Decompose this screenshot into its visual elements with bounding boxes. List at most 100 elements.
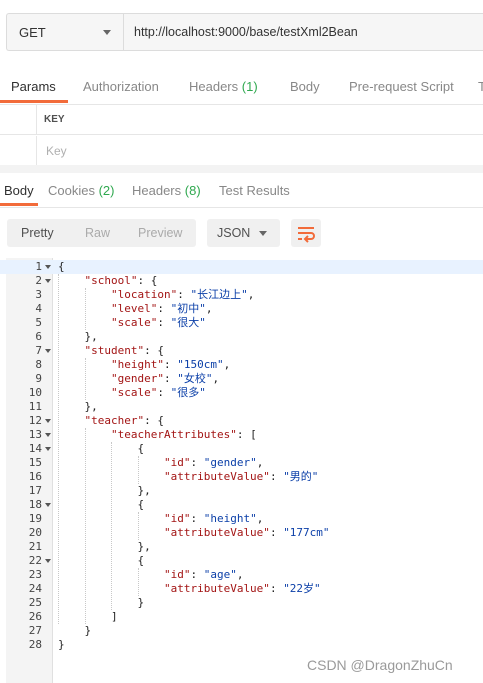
code-line: 14 { — [0, 442, 483, 456]
tab-tests[interactable]: T — [478, 79, 483, 94]
code-line: 7 "student": { — [0, 344, 483, 358]
line-number: 26 — [28, 610, 42, 623]
tab-label: Authorization — [83, 79, 159, 94]
code-text: "scale": "很大" — [110, 316, 206, 329]
line-number: 28 — [28, 638, 42, 651]
tab-label: Cookies — [48, 183, 95, 198]
indent-guide — [84, 428, 86, 624]
tab-label: Test Results — [219, 183, 290, 198]
code-line: 18 { — [0, 498, 483, 512]
line-number: 10 — [28, 386, 42, 399]
line-number: 25 — [28, 596, 42, 609]
code-line: 22 { — [0, 554, 483, 568]
line-number: 27 — [28, 624, 42, 637]
params-header-row: KEY — [0, 105, 483, 135]
tab-count: (1) — [241, 79, 258, 94]
tab-body[interactable]: Body — [290, 79, 320, 94]
line-number: 12 — [28, 414, 42, 427]
code-line: 1{ — [0, 260, 483, 274]
code-line: 13 "teacherAttributes": [ — [0, 428, 483, 442]
code-text: } — [58, 624, 92, 637]
tab-label: Pre-request Script — [349, 79, 454, 94]
line-number: 14 — [28, 442, 42, 455]
response-toolbar: Pretty Raw Preview JSON — [0, 208, 483, 258]
indent-guide — [84, 288, 86, 330]
code-text: "attributeValue": "22岁" — [163, 582, 321, 595]
tab-params[interactable]: Params — [11, 79, 56, 94]
tab-label: Body — [4, 183, 34, 198]
tab-test-results[interactable]: Test Results — [219, 183, 290, 198]
request-tabs: Params Authorization Headers (1) Body Pr… — [0, 70, 483, 105]
method-select[interactable]: GET — [6, 13, 123, 51]
tab-authorization[interactable]: Authorization — [83, 79, 159, 94]
indent-guide — [137, 568, 139, 596]
fold-arrow-icon[interactable] — [45, 447, 51, 451]
code-text: "teacherAttributes": [ — [110, 428, 257, 441]
tab-response-headers[interactable]: Headers (8) — [132, 183, 201, 198]
view-pretty-button[interactable]: Pretty — [21, 226, 54, 240]
fold-arrow-icon[interactable] — [45, 279, 51, 283]
active-tab-indicator — [0, 203, 38, 206]
tab-cookies[interactable]: Cookies (2) — [48, 183, 114, 198]
code-line: 4 "level": "初中", — [0, 302, 483, 316]
response-code-viewer[interactable]: 1{2 "school": {3 "location": "长江边上", 4 "l… — [0, 258, 483, 683]
params-empty-row: Key — [0, 136, 483, 166]
view-raw-button[interactable]: Raw — [85, 226, 110, 240]
code-line: 27 } — [0, 624, 483, 638]
code-text: "id": "gender", — [163, 456, 264, 469]
code-text: { — [58, 554, 145, 567]
response-tabs: Body Cookies (2) Headers (8) Test Result… — [0, 175, 483, 208]
code-text: }, — [58, 540, 151, 553]
tab-headers[interactable]: Headers (1) — [189, 79, 258, 94]
fold-arrow-icon[interactable] — [45, 349, 51, 353]
fold-arrow-icon[interactable] — [45, 559, 51, 563]
code-line: 16 "attributeValue": "男的" — [0, 470, 483, 484]
code-line: 28} — [0, 638, 483, 652]
format-select[interactable]: JSON — [207, 219, 280, 247]
wrap-lines-icon — [298, 227, 315, 243]
indent-guide — [111, 442, 113, 610]
line-number: 11 — [28, 400, 42, 413]
tab-pre-request-script[interactable]: Pre-request Script — [349, 79, 454, 94]
code-text: { — [58, 498, 145, 511]
url-input[interactable]: http://localhost:9000/base/testXml2Bean — [123, 13, 483, 51]
code-line: 9 "gender": "女校", — [0, 372, 483, 386]
line-number: 23 — [28, 568, 42, 581]
params-table: KEY Key — [0, 105, 483, 166]
fold-arrow-icon[interactable] — [45, 433, 51, 437]
url-value: http://localhost:9000/base/testXml2Bean — [134, 25, 358, 39]
request-bar: GET http://localhost:9000/base/testXml2B… — [0, 0, 483, 66]
line-number: 15 — [28, 456, 42, 469]
line-number: 19 — [28, 512, 42, 525]
chevron-down-icon — [103, 30, 111, 35]
code-text: "gender": "女校", — [110, 372, 220, 385]
code-line: 11 }, — [0, 400, 483, 414]
code-text: "school": { — [84, 274, 158, 287]
key-input[interactable]: Key — [46, 144, 67, 158]
code-text: } — [58, 638, 65, 651]
checkbox-column — [0, 105, 37, 134]
tab-label: Headers — [189, 79, 239, 94]
wrap-lines-button[interactable] — [291, 219, 321, 247]
tab-label: Headers — [132, 183, 182, 198]
code-line: 25 } — [0, 596, 483, 610]
line-number: 7 — [35, 344, 42, 357]
view-preview-button[interactable]: Preview — [138, 226, 182, 240]
code-text: { — [58, 260, 65, 273]
watermark: CSDN @DragonZhuCn — [307, 657, 453, 673]
tab-response-body[interactable]: Body — [4, 183, 34, 198]
fold-arrow-icon[interactable] — [45, 503, 51, 507]
line-number: 6 — [35, 330, 42, 343]
fold-arrow-icon[interactable] — [45, 265, 51, 269]
line-number: 13 — [28, 428, 42, 441]
tab-label: Params — [11, 79, 56, 94]
code-line: 26 ] — [0, 610, 483, 624]
code-line: 10 "scale": "很多" — [0, 386, 483, 400]
code-line: 19 "id": "height", — [0, 512, 483, 526]
fold-arrow-icon[interactable] — [45, 419, 51, 423]
code-text: ] — [58, 610, 118, 623]
code-line: 23 "id": "age", — [0, 568, 483, 582]
code-text: "student": { — [84, 344, 164, 357]
line-number: 5 — [35, 316, 42, 329]
code-text: }, — [58, 484, 151, 497]
